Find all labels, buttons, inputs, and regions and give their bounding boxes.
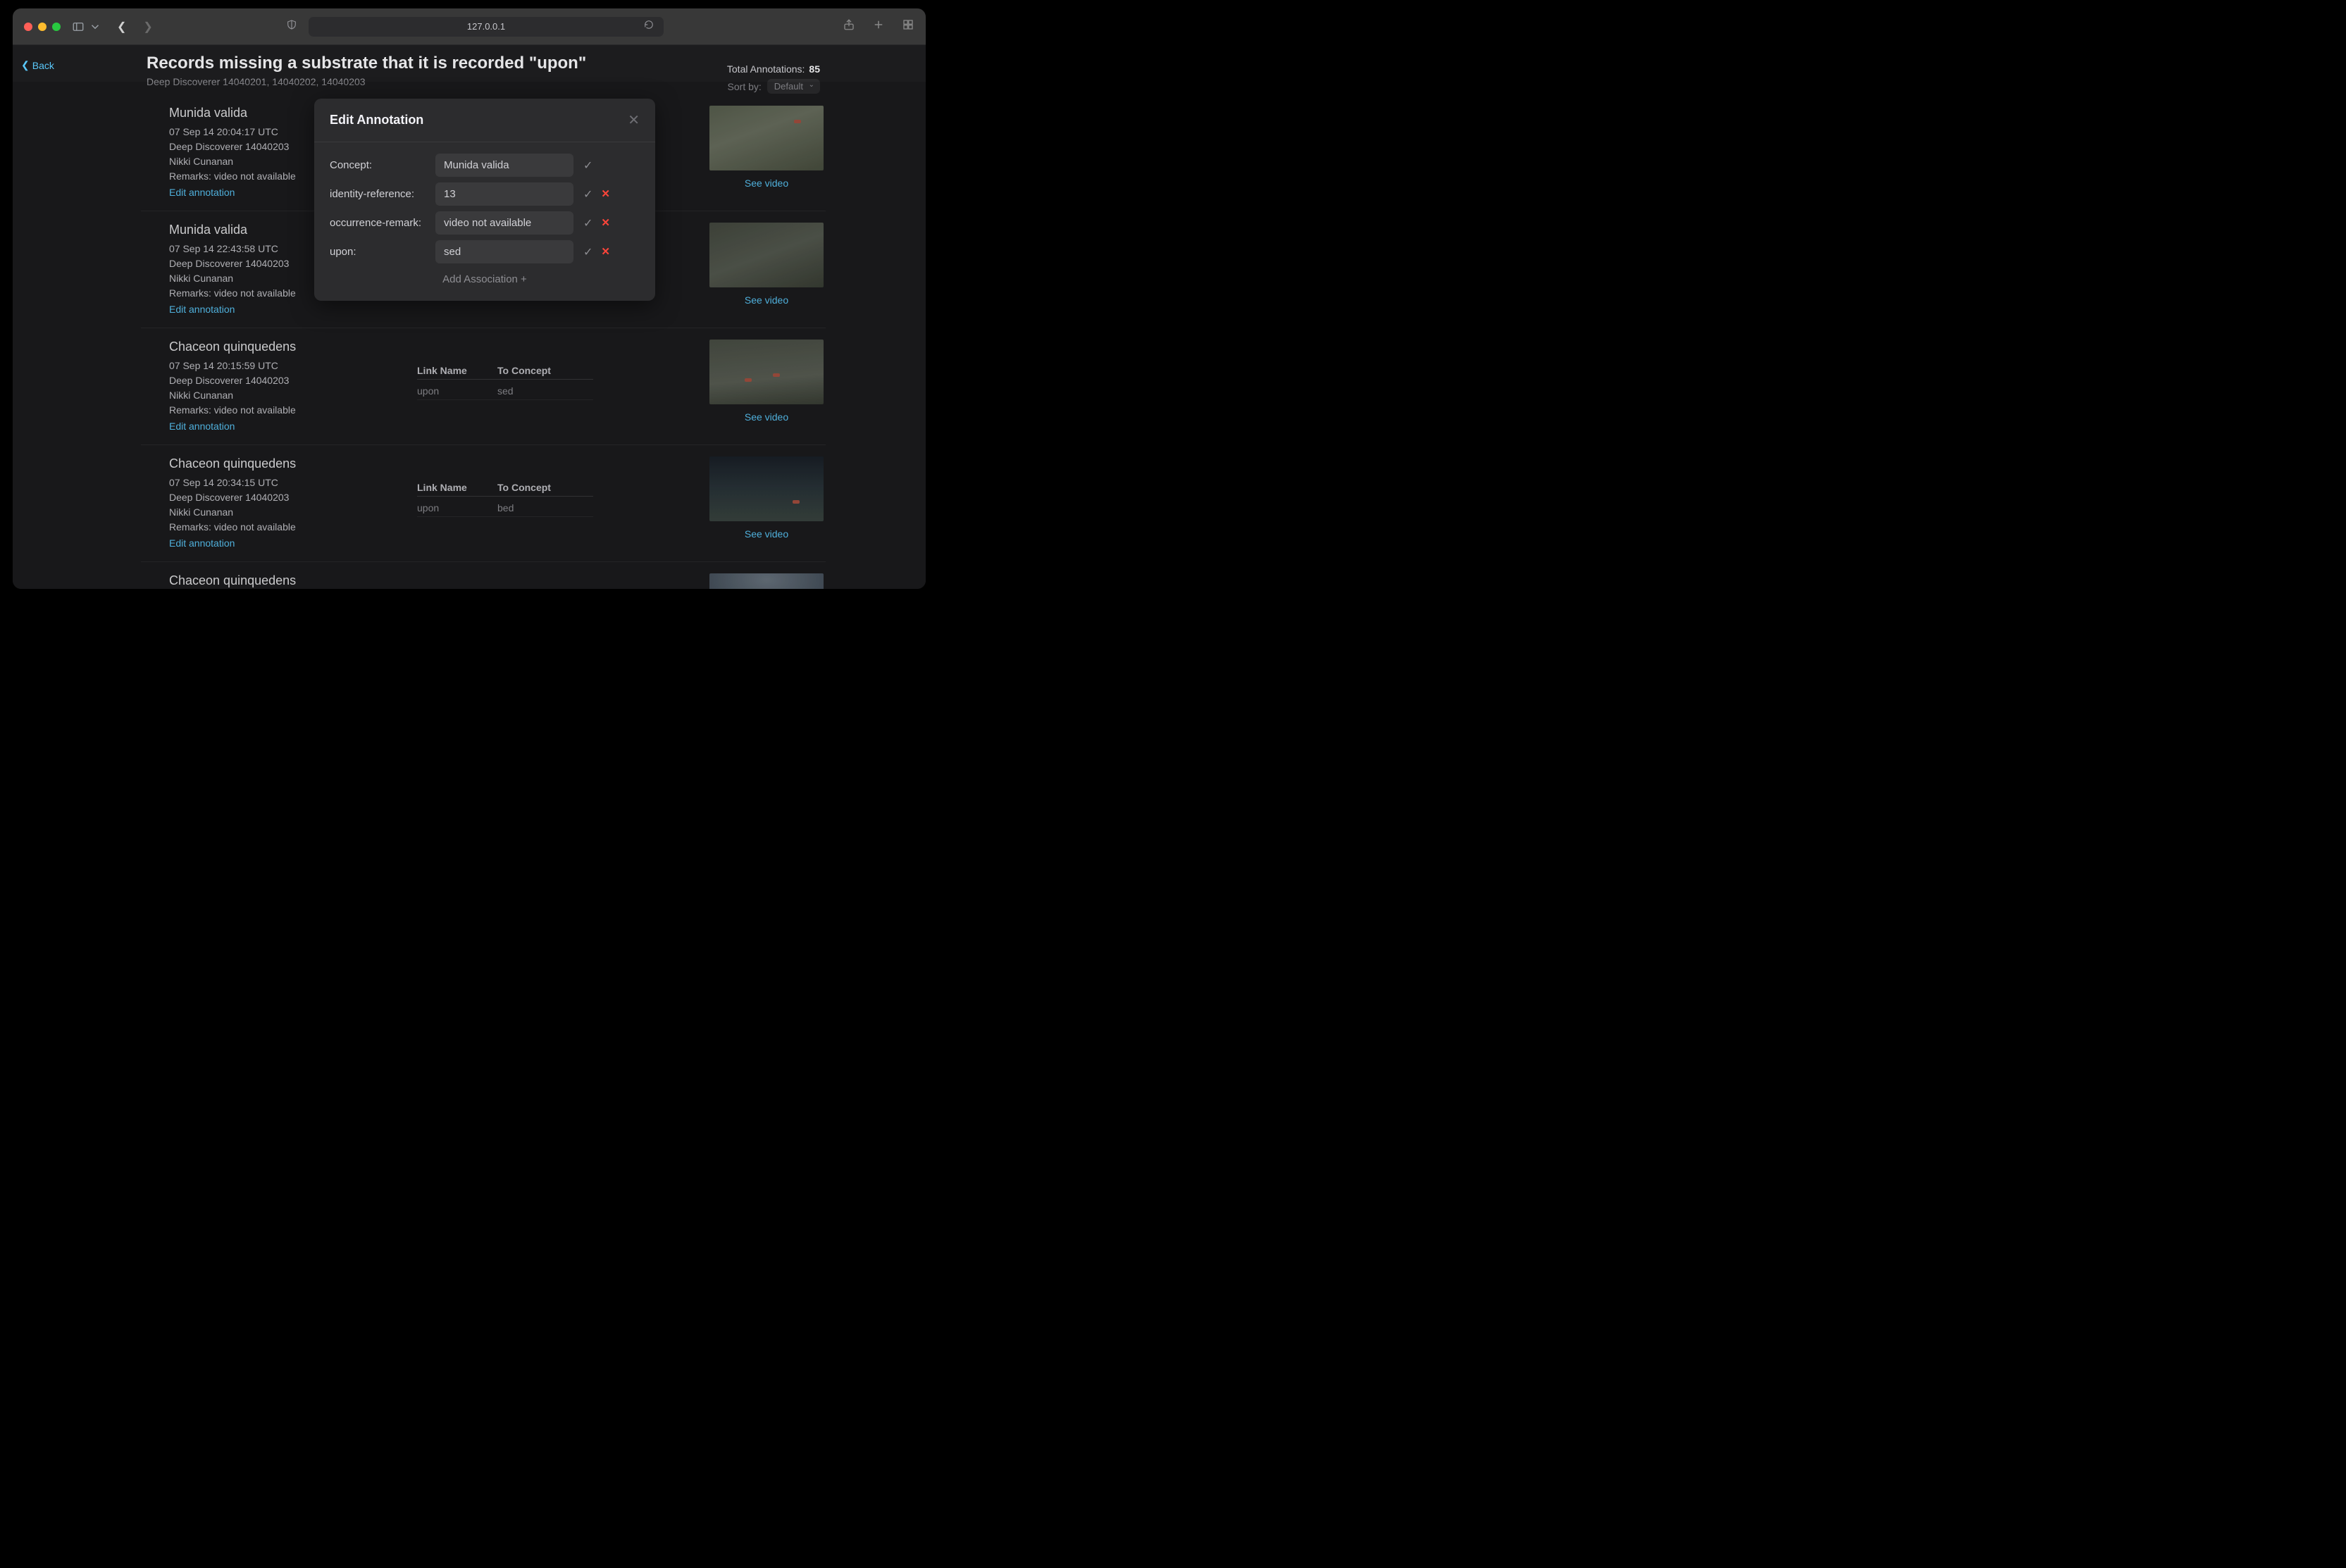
field-label: identity-reference: <box>330 188 435 200</box>
maximize-window-button[interactable] <box>52 23 61 31</box>
new-tab-icon[interactable] <box>872 18 885 35</box>
modal-field-row: Concept: ✓ <box>330 154 640 177</box>
modal-field-row: upon: ✓ ✕ <box>330 240 640 263</box>
modal-overlay[interactable]: Edit Annotation ✕ Concept:✓identity-refe… <box>13 82 926 589</box>
share-icon[interactable] <box>843 18 855 35</box>
nav-arrows: ❮ ❯ <box>117 20 153 34</box>
total-annotations: Total Annotations:85 <box>727 63 820 75</box>
chevron-down-icon[interactable] <box>89 20 101 33</box>
check-icon[interactable]: ✓ <box>583 245 592 259</box>
page-title: Records missing a substrate that it is r… <box>147 54 820 73</box>
nav-back-button[interactable]: ❮ <box>117 20 126 34</box>
sidebar-toggle-icon[interactable] <box>72 20 85 33</box>
back-link[interactable]: ❮ Back <box>21 59 54 71</box>
url-text: 127.0.0.1 <box>467 21 505 32</box>
url-bar[interactable]: 127.0.0.1 <box>309 17 664 37</box>
check-icon[interactable]: ✓ <box>583 187 592 201</box>
tabs-overview-icon[interactable] <box>902 18 914 35</box>
reload-button[interactable] <box>644 20 654 33</box>
field-label: Concept: <box>330 159 435 171</box>
field-input[interactable] <box>435 154 573 177</box>
delete-icon[interactable]: ✕ <box>601 245 610 259</box>
traffic-lights <box>24 23 61 31</box>
field-input[interactable] <box>435 182 573 206</box>
modal-field-row: identity-reference: ✓ ✕ <box>330 182 640 206</box>
minimize-window-button[interactable] <box>38 23 46 31</box>
browser-window: ❮ ❯ 127.0.0.1 ❮ Back <box>13 8 926 589</box>
nav-forward-button[interactable]: ❯ <box>143 20 152 34</box>
close-window-button[interactable] <box>24 23 32 31</box>
modal-field-row: occurrence-remark: ✓ ✕ <box>330 211 640 235</box>
check-icon[interactable]: ✓ <box>583 158 592 173</box>
field-input[interactable] <box>435 211 573 235</box>
field-label: upon: <box>330 246 435 258</box>
check-icon[interactable]: ✓ <box>583 216 592 230</box>
modal-title: Edit Annotation <box>330 113 423 127</box>
close-icon[interactable]: ✕ <box>628 111 640 129</box>
edit-annotation-modal: Edit Annotation ✕ Concept:✓identity-refe… <box>314 99 655 301</box>
page-viewport: ❮ Back Records missing a substrate that … <box>13 45 926 589</box>
chevron-left-icon: ❮ <box>21 59 30 71</box>
field-label: occurrence-remark: <box>330 217 435 229</box>
privacy-shield-icon[interactable] <box>286 19 297 34</box>
field-input[interactable] <box>435 240 573 263</box>
titlebar: ❮ ❯ 127.0.0.1 <box>13 8 926 45</box>
delete-icon[interactable]: ✕ <box>601 187 610 201</box>
delete-icon[interactable]: ✕ <box>601 216 610 230</box>
add-association-button[interactable]: Add Association + <box>330 273 640 285</box>
